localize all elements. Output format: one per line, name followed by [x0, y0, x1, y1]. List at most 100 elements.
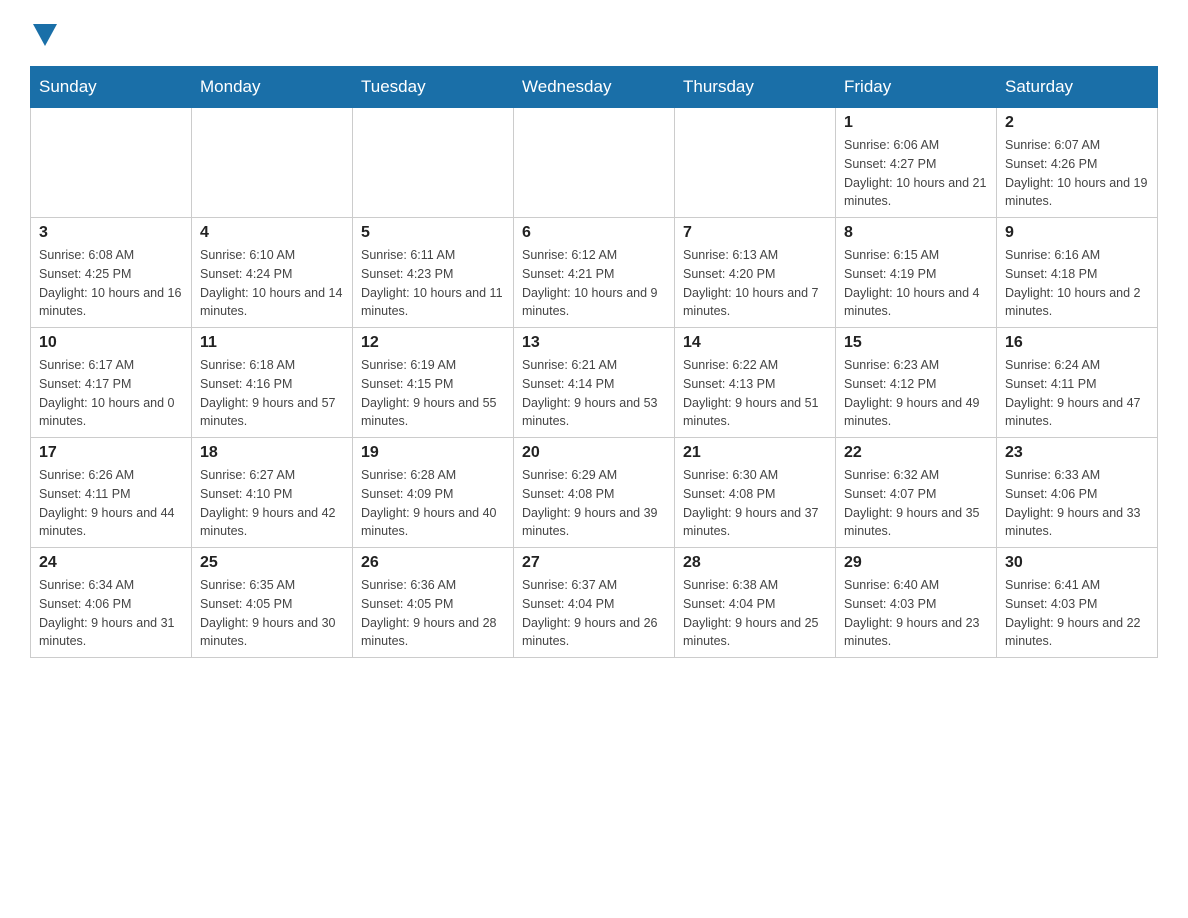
calendar-cell: 5 Sunrise: 6:11 AMSunset: 4:23 PMDaylight… — [353, 218, 514, 328]
weekday-header-friday: Friday — [836, 67, 997, 108]
day-info: Sunrise: 6:37 AMSunset: 4:04 PMDaylight:… — [522, 576, 666, 651]
calendar-cell: 12Sunrise: 6:19 AMSunset: 4:15 PMDayligh… — [353, 328, 514, 438]
day-info: Sunrise: 6:11 AMSunset: 4:23 PMDaylight:… — [361, 246, 505, 321]
day-number: 15 — [844, 334, 988, 352]
day-info: Sunrise: 6:12 AMSunset: 4:21 PMDaylight:… — [522, 246, 666, 321]
calendar-cell — [514, 108, 675, 218]
calendar-cell: 26 Sunrise: 6:36 AMSunset: 4:05 PMDayligh… — [353, 548, 514, 658]
calendar-cell: 8 Sunrise: 6:15 AMSunset: 4:19 PMDaylight… — [836, 218, 997, 328]
day-number: 19 — [361, 444, 505, 462]
day-number: 20 — [522, 444, 666, 462]
calendar-cell: 23 Sunrise: 6:33 AMSunset: 4:06 PMDayligh… — [997, 438, 1158, 548]
day-info: Sunrise: 6:24 AMSunset: 4:11 PMDaylight:… — [1005, 356, 1149, 431]
day-info: Sunrise: 6:34 AMSunset: 4:06 PMDaylight:… — [39, 576, 183, 651]
day-info: Sunrise: 6:28 AMSunset: 4:09 PMDaylight:… — [361, 466, 505, 541]
weekday-header-tuesday: Tuesday — [353, 67, 514, 108]
day-info: Sunrise: 6:16 AMSunset: 4:18 PMDaylight:… — [1005, 246, 1149, 321]
week-row-5: 24Sunrise: 6:34 AMSunset: 4:06 PMDayligh… — [31, 548, 1158, 658]
logo — [30, 20, 57, 46]
page-header — [30, 20, 1158, 46]
day-number: 16 — [1005, 334, 1149, 352]
day-info: Sunrise: 6:26 AMSunset: 4:11 PMDaylight:… — [39, 466, 183, 541]
calendar-cell: 22 Sunrise: 6:32 AMSunset: 4:07 PMDayligh… — [836, 438, 997, 548]
day-info: Sunrise: 6:17 AMSunset: 4:17 PMDaylight:… — [39, 356, 183, 431]
calendar-cell: 1 Sunrise: 6:06 AMSunset: 4:27 PMDaylight… — [836, 108, 997, 218]
week-row-1: 1 Sunrise: 6:06 AMSunset: 4:27 PMDaylight… — [31, 108, 1158, 218]
day-number: 27 — [522, 554, 666, 572]
day-info: Sunrise: 6:15 AMSunset: 4:19 PMDaylight:… — [844, 246, 988, 321]
calendar-cell — [192, 108, 353, 218]
calendar-cell: 14Sunrise: 6:22 AMSunset: 4:13 PMDayligh… — [675, 328, 836, 438]
day-number: 3 — [39, 224, 183, 242]
calendar-cell: 30Sunrise: 6:41 AMSunset: 4:03 PMDayligh… — [997, 548, 1158, 658]
calendar-cell: 17 Sunrise: 6:26 AMSunset: 4:11 PMDayligh… — [31, 438, 192, 548]
day-info: Sunrise: 6:35 AMSunset: 4:05 PMDaylight:… — [200, 576, 344, 651]
calendar-cell — [353, 108, 514, 218]
calendar-cell: 28 Sunrise: 6:38 AMSunset: 4:04 PMDayligh… — [675, 548, 836, 658]
calendar-cell: 7 Sunrise: 6:13 AMSunset: 4:20 PMDaylight… — [675, 218, 836, 328]
weekday-header-wednesday: Wednesday — [514, 67, 675, 108]
calendar-cell: 3 Sunrise: 6:08 AMSunset: 4:25 PMDaylight… — [31, 218, 192, 328]
calendar-cell: 18Sunrise: 6:27 AMSunset: 4:10 PMDayligh… — [192, 438, 353, 548]
day-info: Sunrise: 6:36 AMSunset: 4:05 PMDaylight:… — [361, 576, 505, 651]
day-info: Sunrise: 6:19 AMSunset: 4:15 PMDaylight:… — [361, 356, 505, 431]
day-info: Sunrise: 6:33 AMSunset: 4:06 PMDaylight:… — [1005, 466, 1149, 541]
weekday-header-saturday: Saturday — [997, 67, 1158, 108]
calendar-table: SundayMondayTuesdayWednesdayThursdayFrid… — [30, 66, 1158, 658]
day-info: Sunrise: 6:13 AMSunset: 4:20 PMDaylight:… — [683, 246, 827, 321]
calendar-cell: 9 Sunrise: 6:16 AMSunset: 4:18 PMDaylight… — [997, 218, 1158, 328]
calendar-cell: 29Sunrise: 6:40 AMSunset: 4:03 PMDayligh… — [836, 548, 997, 658]
day-info: Sunrise: 6:29 AMSunset: 4:08 PMDaylight:… — [522, 466, 666, 541]
calendar-cell: 4 Sunrise: 6:10 AMSunset: 4:24 PMDaylight… — [192, 218, 353, 328]
calendar-cell: 19 Sunrise: 6:28 AMSunset: 4:09 PMDayligh… — [353, 438, 514, 548]
day-number: 8 — [844, 224, 988, 242]
day-number: 22 — [844, 444, 988, 462]
calendar-cell: 6Sunrise: 6:12 AMSunset: 4:21 PMDaylight… — [514, 218, 675, 328]
day-number: 9 — [1005, 224, 1149, 242]
day-info: Sunrise: 6:07 AMSunset: 4:26 PMDaylight:… — [1005, 136, 1149, 211]
day-info: Sunrise: 6:38 AMSunset: 4:04 PMDaylight:… — [683, 576, 827, 651]
day-info: Sunrise: 6:08 AMSunset: 4:25 PMDaylight:… — [39, 246, 183, 321]
week-row-3: 10 Sunrise: 6:17 AMSunset: 4:17 PMDayligh… — [31, 328, 1158, 438]
day-number: 5 — [361, 224, 505, 242]
week-row-4: 17 Sunrise: 6:26 AMSunset: 4:11 PMDayligh… — [31, 438, 1158, 548]
calendar-cell — [31, 108, 192, 218]
day-number: 26 — [361, 554, 505, 572]
logo-triangle-icon — [33, 24, 57, 46]
calendar-cell — [675, 108, 836, 218]
calendar-cell: 20 Sunrise: 6:29 AMSunset: 4:08 PMDayligh… — [514, 438, 675, 548]
calendar-cell: 15 Sunrise: 6:23 AMSunset: 4:12 PMDayligh… — [836, 328, 997, 438]
day-info: Sunrise: 6:22 AMSunset: 4:13 PMDaylight:… — [683, 356, 827, 431]
weekday-header-row: SundayMondayTuesdayWednesdayThursdayFrid… — [31, 67, 1158, 108]
day-number: 4 — [200, 224, 344, 242]
calendar-cell: 25Sunrise: 6:35 AMSunset: 4:05 PMDayligh… — [192, 548, 353, 658]
day-number: 30 — [1005, 554, 1149, 572]
calendar-cell: 11 Sunrise: 6:18 AMSunset: 4:16 PMDayligh… — [192, 328, 353, 438]
weekday-header-sunday: Sunday — [31, 67, 192, 108]
calendar-cell: 24Sunrise: 6:34 AMSunset: 4:06 PMDayligh… — [31, 548, 192, 658]
day-number: 11 — [200, 334, 344, 352]
day-number: 17 — [39, 444, 183, 462]
day-info: Sunrise: 6:23 AMSunset: 4:12 PMDaylight:… — [844, 356, 988, 431]
calendar-cell: 21Sunrise: 6:30 AMSunset: 4:08 PMDayligh… — [675, 438, 836, 548]
day-number: 7 — [683, 224, 827, 242]
weekday-header-monday: Monday — [192, 67, 353, 108]
day-info: Sunrise: 6:40 AMSunset: 4:03 PMDaylight:… — [844, 576, 988, 651]
day-number: 23 — [1005, 444, 1149, 462]
day-info: Sunrise: 6:32 AMSunset: 4:07 PMDaylight:… — [844, 466, 988, 541]
day-number: 18 — [200, 444, 344, 462]
day-number: 1 — [844, 114, 988, 132]
calendar-cell: 16 Sunrise: 6:24 AMSunset: 4:11 PMDayligh… — [997, 328, 1158, 438]
calendar-cell: 13Sunrise: 6:21 AMSunset: 4:14 PMDayligh… — [514, 328, 675, 438]
week-row-2: 3 Sunrise: 6:08 AMSunset: 4:25 PMDaylight… — [31, 218, 1158, 328]
day-info: Sunrise: 6:18 AMSunset: 4:16 PMDaylight:… — [200, 356, 344, 431]
day-number: 28 — [683, 554, 827, 572]
day-number: 10 — [39, 334, 183, 352]
day-info: Sunrise: 6:06 AMSunset: 4:27 PMDaylight:… — [844, 136, 988, 211]
calendar-cell: 10 Sunrise: 6:17 AMSunset: 4:17 PMDayligh… — [31, 328, 192, 438]
day-info: Sunrise: 6:10 AMSunset: 4:24 PMDaylight:… — [200, 246, 344, 321]
calendar-cell: 27 Sunrise: 6:37 AMSunset: 4:04 PMDayligh… — [514, 548, 675, 658]
weekday-header-thursday: Thursday — [675, 67, 836, 108]
day-number: 2 — [1005, 114, 1149, 132]
calendar-cell: 2 Sunrise: 6:07 AMSunset: 4:26 PMDaylight… — [997, 108, 1158, 218]
